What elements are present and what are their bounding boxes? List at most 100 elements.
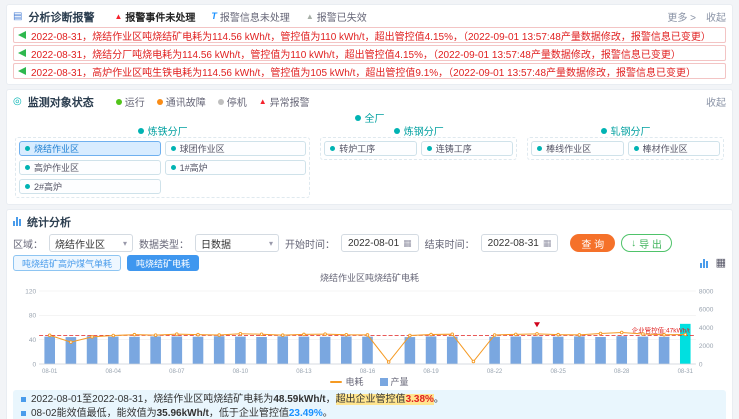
table-view-icon[interactable]: ▦	[716, 258, 726, 269]
end-time-label: 结束时间：	[425, 236, 475, 251]
metric-tab-electricity-consumption[interactable]: 吨烧结矿电耗	[127, 255, 199, 271]
status-dot	[171, 165, 176, 170]
svg-text:08-22: 08-22	[487, 369, 503, 375]
group-label-steelmaking[interactable]: 炼钢分厂	[320, 124, 517, 137]
filter-controls: 区域： 烧结作业区 ▾ 数据类型： 日数据 ▾ 开始时间： 2022-08-01…	[13, 234, 726, 252]
bullet-icon	[21, 411, 26, 416]
status-dot	[171, 146, 176, 151]
status-dot	[25, 146, 30, 151]
alert-row[interactable]: 2022-08-31，高炉作业区吨生铁电耗为114.56 kWh/t，管控值为1…	[13, 63, 726, 79]
unit-bar-wire-area[interactable]: 棒线作业区	[531, 141, 623, 156]
monitor-panel-title: 监测对象状态	[28, 94, 94, 110]
unit-blast-furnace-1[interactable]: 1#高炉	[165, 160, 307, 175]
alert-flag-icon	[18, 49, 26, 57]
alert-flag-icon	[18, 31, 26, 39]
chart-box: 0408012002000400060008000企业管控值:47kWh/t08…	[13, 284, 726, 376]
unit-label: 转炉工序	[339, 142, 375, 155]
summary-text: 。	[434, 394, 444, 405]
unit-casting-process[interactable]: 连铸工序	[421, 141, 513, 156]
start-date-picker[interactable]: 2022-08-01 ▦	[341, 234, 419, 252]
summary-text: ，低于企业管控值	[209, 408, 289, 419]
dashboard-page: ▤ 分析诊断报警 ▲ 报警事件未处理 T 报警信息未处理 ▲ 报警已失效 更多 …	[0, 0, 739, 419]
node-dot	[138, 128, 144, 134]
chart-view-icon[interactable]	[700, 258, 708, 268]
more-link[interactable]: 更多 >	[667, 9, 696, 24]
export-label: 导 出	[639, 236, 662, 251]
calendar-icon: ▦	[403, 239, 412, 248]
summary-text: 08-02能效值最低，能效值为	[31, 408, 157, 419]
analysis-summary: 2022-08-01至2022-08-31，烧结作业区吨烧结矿电耗为48.59k…	[13, 390, 726, 419]
unit-grid-steelmaking: 转炉工序 连铸工序	[320, 137, 517, 160]
group-label-rolling[interactable]: 轧钢分厂	[527, 124, 724, 137]
legend-label: 异常报警	[270, 94, 310, 109]
svg-text:08-04: 08-04	[106, 369, 122, 375]
status-legend: 运行 通讯故障 停机 ▲ 异常报警	[116, 94, 310, 109]
metric-tab-gas-unit-consumption[interactable]: 吨烧结矿高炉煤气单耗	[13, 255, 121, 271]
tab-alarm-events-unhandled[interactable]: ▲ 报警事件未处理	[114, 9, 195, 24]
summary-text: ，	[326, 394, 336, 405]
alert-row[interactable]: 2022-08-31，烧结分厂吨烧电耗为114.56 kWh/t，管控值为110…	[13, 45, 726, 61]
monitor-panel: ◎ 监测对象状态 运行 通讯故障 停机 ▲ 异常报警	[6, 89, 733, 205]
monitor-collapse-link[interactable]: 收起	[706, 94, 726, 109]
region-label: 区域：	[13, 236, 43, 251]
end-date-value: 2022-08-31	[488, 238, 539, 249]
unit-pellet-area[interactable]: 球团作业区	[165, 141, 307, 156]
plant-groups: 炼铁分厂 烧结作业区 球团作业区 高炉作业区	[15, 124, 724, 198]
bar-chart-icon	[13, 217, 21, 226]
group-label-ironmaking[interactable]: 炼铁分厂	[15, 124, 310, 137]
unit-blast-furnace-area[interactable]: 高炉作业区	[19, 160, 161, 175]
datatype-select[interactable]: 日数据 ▾	[195, 234, 279, 252]
alert-text: 2022-08-31，高炉作业区吨生铁电耗为114.56 kWh/t，管控值为1…	[31, 64, 696, 79]
svg-text:40: 40	[29, 337, 37, 344]
unit-sintering-area[interactable]: 烧结作业区	[19, 141, 161, 156]
svg-text:2000: 2000	[699, 343, 714, 350]
svg-text:6000: 6000	[699, 307, 714, 314]
export-button[interactable]: ↓导 出	[621, 234, 672, 252]
status-dot-running	[116, 99, 122, 105]
legend-electricity[interactable]: 电耗	[330, 375, 363, 388]
tab-alarm-expired[interactable]: ▲ 报警已失效	[306, 9, 367, 24]
unit-label: 1#高炉	[180, 161, 208, 174]
svg-text:08-28: 08-28	[614, 369, 630, 375]
download-icon: ↓	[631, 238, 636, 249]
status-dot	[537, 146, 542, 151]
legend-production[interactable]: 产量	[380, 375, 409, 388]
tab-label: 报警事件未处理	[125, 9, 195, 24]
node-dot	[355, 115, 361, 121]
monitor-panel-header: ◎ 监测对象状态 运行 通讯故障 停机 ▲ 异常报警	[13, 93, 726, 110]
report-list-icon: ▤	[13, 12, 22, 22]
unit-label: 烧结作业区	[34, 142, 79, 155]
alarm-collapse-link[interactable]: 收起	[706, 9, 726, 24]
alert-row[interactable]: 2022-08-31，烧结作业区吨烧结矿电耗为114.56 kWh/t，管控值为…	[13, 27, 726, 43]
chevron-down-icon: ▾	[123, 239, 127, 248]
legend-running: 运行	[116, 94, 145, 109]
unit-label: 球团作业区	[180, 142, 225, 155]
unit-converter-process[interactable]: 转炉工序	[324, 141, 416, 156]
region-value: 烧结作业区	[55, 236, 105, 251]
alarm-triangle-icon: ▲	[259, 98, 267, 106]
unit-blast-furnace-2[interactable]: 2#高炉	[19, 179, 161, 194]
status-dot	[634, 146, 639, 151]
legend-abnormal-alarm: ▲ 异常报警	[259, 94, 310, 109]
calendar-icon: ▦	[543, 239, 552, 248]
svg-text:08-25: 08-25	[550, 369, 566, 375]
svg-text:08-10: 08-10	[233, 369, 249, 375]
unit-grid-ironmaking: 烧结作业区 球团作业区 高炉作业区 1#高炉	[15, 137, 310, 198]
svg-text:08-31: 08-31	[678, 369, 694, 375]
summary-text: 。	[323, 408, 333, 419]
unit-bar-area[interactable]: 棒材作业区	[628, 141, 720, 156]
line-swatch-icon	[330, 381, 342, 383]
tab-alarm-info-unhandled[interactable]: T 报警信息未处理	[211, 9, 290, 24]
svg-text:8000: 8000	[699, 288, 714, 295]
summary-highlight: 超出企业管控值	[336, 394, 406, 405]
start-time-label: 开始时间：	[285, 236, 335, 251]
legend-comm-fault: 通讯故障	[157, 94, 206, 109]
node-label: 全厂	[365, 110, 385, 125]
warning-triangle-icon: ▲	[114, 13, 122, 21]
end-date-picker[interactable]: 2022-08-31 ▦	[481, 234, 559, 252]
search-button[interactable]: 查 询	[570, 234, 615, 252]
metric-tabs: 吨烧结矿高炉煤气单耗 吨烧结矿电耗 ▦	[13, 255, 726, 271]
region-select[interactable]: 烧结作业区 ▾	[49, 234, 133, 252]
summary-line: 08-02能效值最低，能效值为35.96kWh/t，低于企业管控值23.49%。	[21, 407, 718, 419]
text-info-icon: T	[211, 12, 217, 21]
